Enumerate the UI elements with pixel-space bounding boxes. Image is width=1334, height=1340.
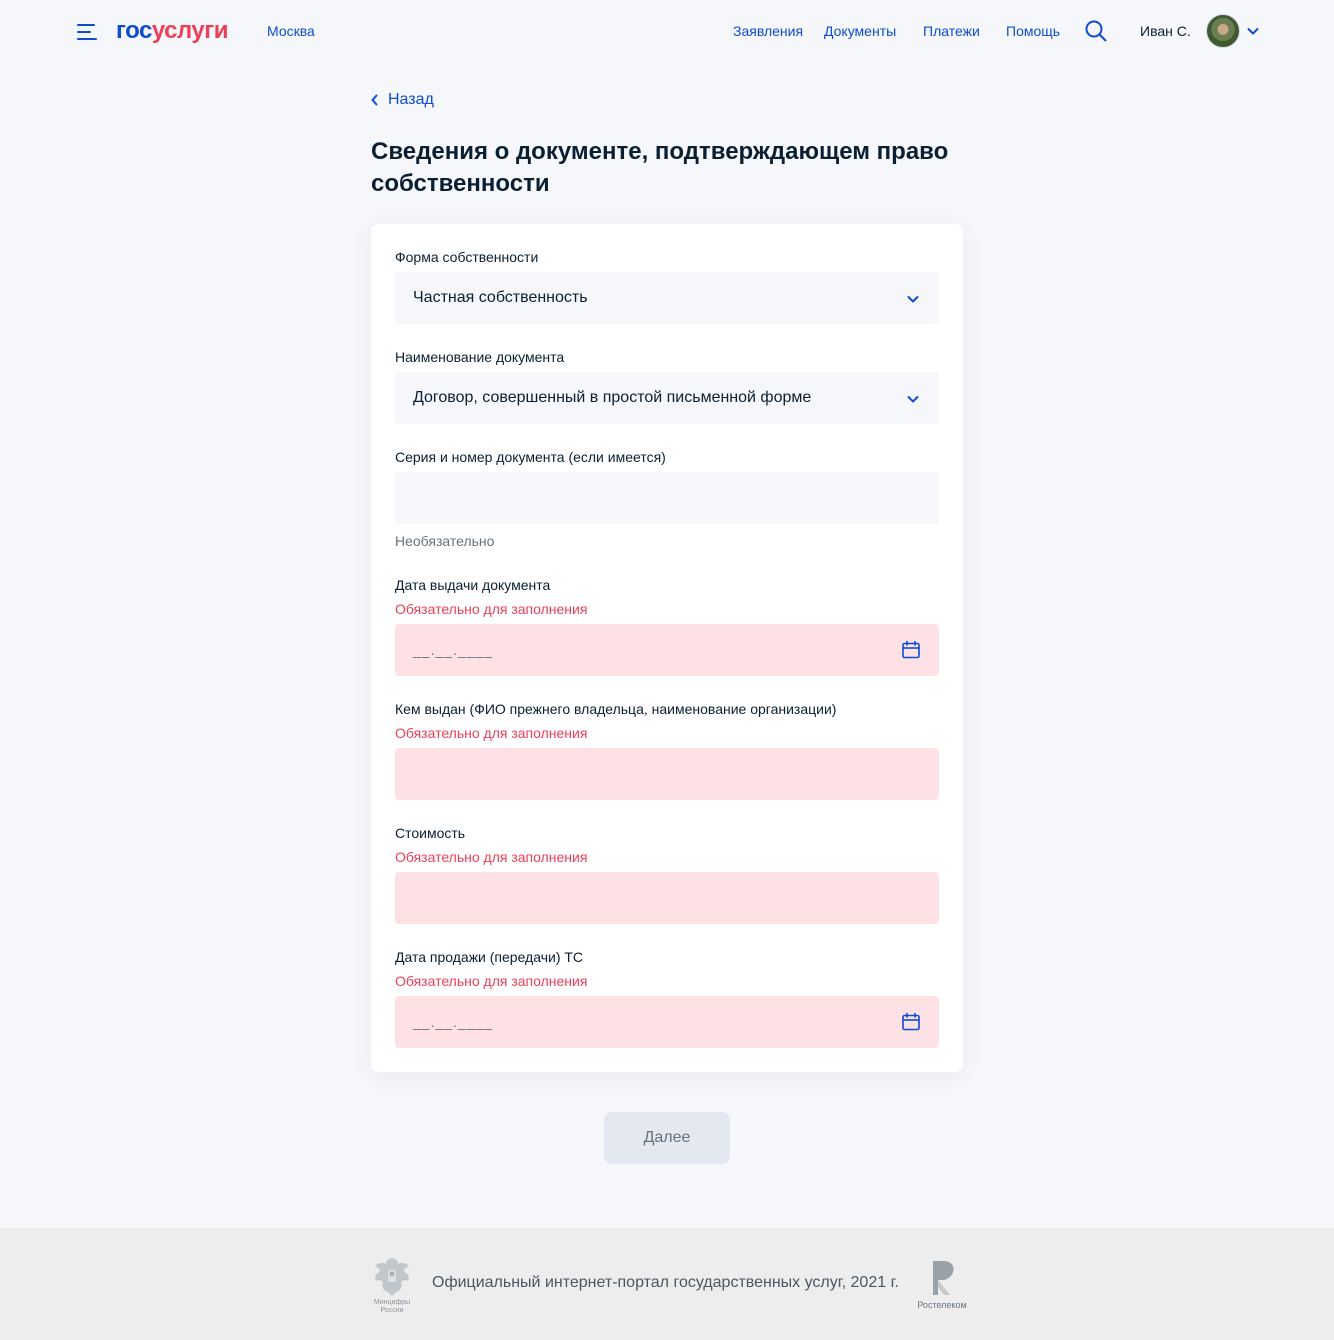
ownership-label: Форма собственности xyxy=(395,249,539,265)
price-input[interactable] xyxy=(395,872,939,924)
logo-part-1: гос xyxy=(116,17,152,44)
issue-date-input[interactable]: __.__.____ xyxy=(395,624,939,676)
doc-number-hint: Необязательно xyxy=(395,533,495,549)
burger-menu-icon[interactable] xyxy=(77,24,97,40)
page-title: Сведения о документе, подтверждающем пра… xyxy=(371,138,949,197)
emblem-caption: Минцифры России xyxy=(373,1299,411,1314)
state-emblem-icon xyxy=(375,1258,409,1296)
logo-part-2: услуги xyxy=(151,17,229,44)
issued-by-error: Обязательно для заполнения xyxy=(395,725,588,741)
doc-name-select[interactable]: Договор, совершенный в простой письменно… xyxy=(395,372,939,424)
footer-text: Официальный интернет-портал государствен… xyxy=(432,1274,899,1291)
ownership-value: Частная собственность xyxy=(413,289,588,306)
city-selector[interactable]: Москва xyxy=(267,23,315,39)
price-label: Стоимость xyxy=(395,825,466,841)
issued-by-label: Кем выдан (ФИО прежнего владельца, наиме… xyxy=(395,701,837,717)
chevron-down-icon xyxy=(907,296,919,303)
doc-name-value: Договор, совершенный в простой письменно… xyxy=(413,389,812,406)
nav-link-applications[interactable]: Заявления xyxy=(733,23,803,39)
back-link[interactable]: Назад xyxy=(371,91,434,109)
avatar[interactable] xyxy=(1206,14,1240,48)
back-label: Назад xyxy=(388,91,434,108)
doc-number-input[interactable] xyxy=(395,472,939,524)
nav-link-documents[interactable]: Документы xyxy=(824,23,896,39)
chevron-down-icon[interactable] xyxy=(1247,26,1259,36)
chevron-left-icon xyxy=(371,94,378,106)
nav-link-payments[interactable]: Платежи xyxy=(923,23,980,39)
calendar-icon[interactable] xyxy=(901,640,921,660)
logo[interactable]: госуслуги xyxy=(116,17,229,45)
issue-date-label: Дата выдачи документа xyxy=(395,577,551,593)
issued-by-input[interactable] xyxy=(395,748,939,800)
header: госуслуги Москва Заявления Документы Пла… xyxy=(0,0,1334,64)
sale-date-label: Дата продажи (передачи) ТС xyxy=(395,949,584,965)
user-name[interactable]: Иван С. xyxy=(1140,23,1191,39)
issue-date-error: Обязательно для заполнения xyxy=(395,601,588,617)
price-error: Обязательно для заполнения xyxy=(395,849,588,865)
doc-number-label: Серия и номер документа (если имеется) xyxy=(395,449,666,465)
rostelecom-caption: Ростелеком xyxy=(917,1300,967,1310)
next-button[interactable]: Далее xyxy=(604,1112,730,1164)
rostelecom-logo-icon[interactable] xyxy=(930,1259,956,1297)
doc-name-label: Наименование документа xyxy=(395,349,565,365)
sale-date-error: Обязательно для заполнения xyxy=(395,973,588,989)
calendar-icon[interactable] xyxy=(901,1012,921,1032)
sale-date-input[interactable]: __.__.____ xyxy=(395,996,939,1048)
search-icon[interactable] xyxy=(1085,20,1107,42)
ownership-select[interactable]: Частная собственность xyxy=(395,272,939,324)
issue-date-placeholder: __.__.____ xyxy=(413,642,494,658)
sale-date-placeholder: __.__.____ xyxy=(413,1014,494,1030)
chevron-down-icon xyxy=(907,396,919,403)
nav-link-help[interactable]: Помощь xyxy=(1006,23,1060,39)
